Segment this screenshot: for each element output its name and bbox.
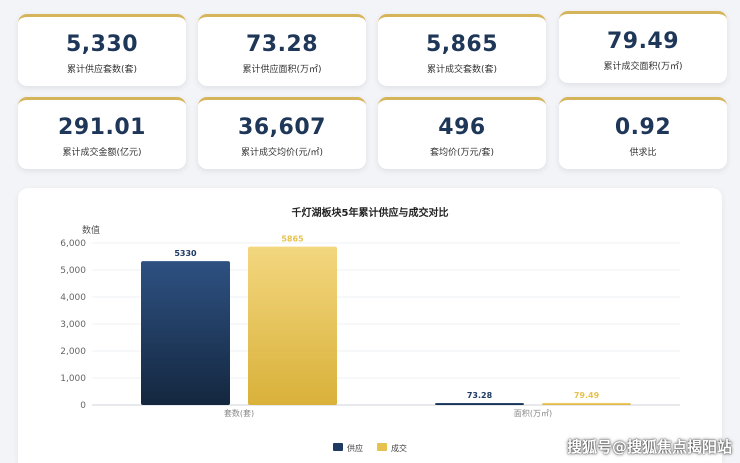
- bar-chart: 千灯湖板块5年累计供应与成交对比 数值 0 1,000 2,000 3,000 4,00…: [60, 206, 680, 453]
- legend-label: 成交: [391, 443, 407, 453]
- y-tick-label: 5,000: [60, 266, 86, 276]
- x-tick-label: 面积(万㎡): [514, 408, 552, 418]
- data-label: 5865: [281, 235, 304, 244]
- bar-supply-1: [435, 403, 524, 405]
- y-tick-label: 0: [80, 401, 86, 411]
- x-tick-label: 套数(套): [224, 408, 254, 418]
- watermark: 搜狐号@搜狐焦点揭阳站: [566, 438, 732, 456]
- y-axis-label: 数值: [82, 224, 100, 236]
- y-tick-label: 6,000: [60, 239, 86, 249]
- legend-swatch: [333, 443, 343, 451]
- data-label: 5330: [174, 249, 197, 258]
- bar-deal-0: [248, 246, 337, 405]
- data-label: 73.28: [467, 391, 493, 400]
- chart-title: 千灯湖板块5年累计供应与成交对比: [292, 206, 449, 219]
- legend-label: 供应: [347, 443, 363, 453]
- bar-supply-0: [141, 261, 230, 405]
- y-tick-label: 1,000: [60, 374, 86, 384]
- data-label: 79.49: [574, 391, 600, 400]
- bar-deal-1: [542, 402, 631, 405]
- y-tick-label: 4,000: [60, 293, 86, 303]
- legend-swatch: [377, 443, 387, 451]
- y-tick-label: 3,000: [60, 320, 86, 330]
- y-tick-label: 2,000: [60, 347, 86, 357]
